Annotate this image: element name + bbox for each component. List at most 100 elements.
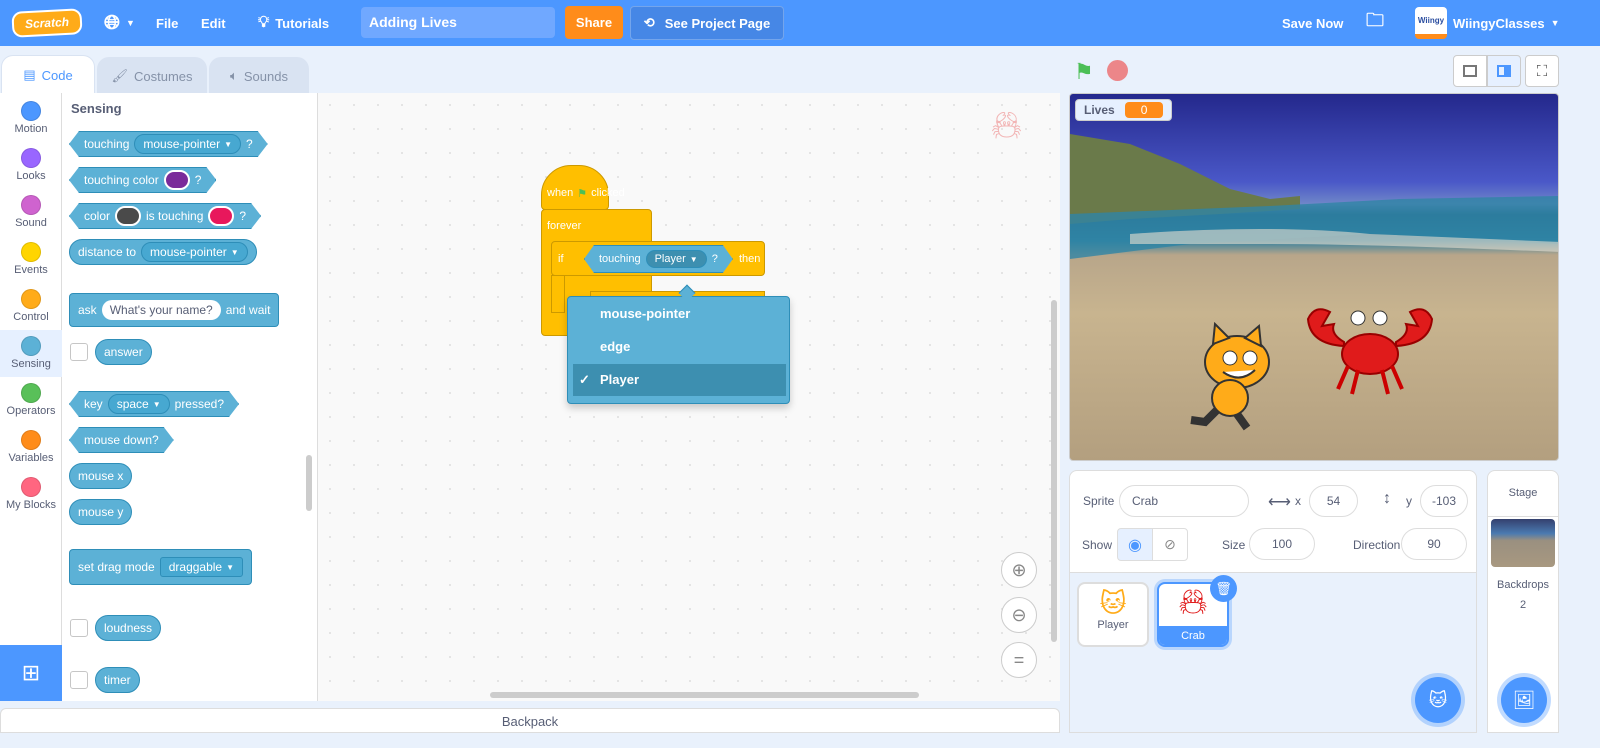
folder-icon[interactable]: 🗀: [1366, 0, 1384, 46]
timer-checkbox[interactable]: [70, 671, 88, 689]
block-distance-to[interactable]: distance to mouse-pointer ▼: [69, 239, 257, 265]
normal-stage-button[interactable]: [1487, 55, 1521, 87]
crab-sprite[interactable]: [1300, 304, 1440, 399]
y-input[interactable]: -103: [1420, 485, 1468, 517]
backdrop-plus-icon: 🖼︎: [1512, 689, 1536, 710]
block-color-is-touching[interactable]: color is touching?: [69, 203, 261, 229]
menu-value: Player: [654, 253, 686, 265]
touching-player-block[interactable]: touching Player ▼?: [584, 245, 733, 273]
project-title-input[interactable]: Adding Lives: [361, 7, 555, 38]
block-touching[interactable]: touching mouse-pointer ▼?: [69, 131, 268, 157]
block-loudness[interactable]: loudness: [95, 615, 162, 641]
tutorials-label: Tutorials: [275, 15, 330, 31]
sensing-dot-icon: [21, 336, 41, 356]
tutorials-button[interactable]: 💡︎ Tutorials: [258, 0, 329, 46]
choose-backdrop-button[interactable]: 🖼︎: [1501, 677, 1547, 723]
zoom-out-button[interactable]: ⊖: [1001, 597, 1037, 633]
block-touching-color[interactable]: touching color?: [69, 167, 216, 193]
file-menu[interactable]: File: [156, 0, 178, 46]
show-hidden-button[interactable]: ⊘: [1152, 528, 1188, 561]
crab-sprite-watermark-icon: 🦀︎: [990, 110, 1024, 140]
zoom-in-button[interactable]: ⊕: [1001, 552, 1037, 588]
language-menu[interactable]: 🌐︎ ▼: [104, 0, 135, 46]
category-motion[interactable]: Motion: [0, 95, 62, 142]
loudness-checkbox[interactable]: [70, 619, 88, 637]
account-menu[interactable]: Wiingy WiingyClasses ▼: [1415, 0, 1560, 46]
zoom-reset-button[interactable]: =: [1001, 642, 1037, 678]
category-label: My Blocks: [5, 499, 57, 511]
ask-input[interactable]: What's your name?: [101, 300, 221, 320]
caret-down-icon: ▼: [152, 399, 161, 409]
size-input[interactable]: 100: [1249, 528, 1315, 560]
color-swatch[interactable]: [208, 206, 234, 226]
dropdown-item-player[interactable]: ✓ Player: [573, 364, 786, 396]
block-mouse-down[interactable]: mouse down?: [69, 427, 174, 453]
sprite-name-input[interactable]: Crab: [1119, 485, 1249, 517]
green-flag-button[interactable]: ⚑: [1074, 59, 1094, 85]
block-mouse-x[interactable]: mouse x: [69, 463, 133, 489]
events-dot-icon: [21, 242, 41, 262]
block-ask[interactable]: ask What's your name? and wait: [69, 293, 280, 327]
drag-mode-menu[interactable]: draggable ▼: [159, 557, 244, 577]
category-label: Looks: [16, 170, 46, 182]
edit-menu[interactable]: Edit: [201, 0, 226, 46]
category-looks[interactable]: Looks: [0, 142, 62, 189]
backpack[interactable]: Backpack: [0, 708, 1060, 733]
sprite-tile-player[interactable]: 🐱︎ Player: [1077, 582, 1149, 647]
vertical-scrollbar[interactable]: [1051, 300, 1057, 642]
scratch-logo[interactable]: Scratch: [11, 0, 83, 46]
see-project-page-button[interactable]: ⟲ See Project Page: [630, 6, 784, 40]
block-timer[interactable]: timer: [95, 667, 140, 693]
sound-dot-icon: [21, 195, 41, 215]
share-button[interactable]: Share: [565, 6, 623, 39]
category-label: Motion: [14, 123, 48, 135]
tab-sounds[interactable]: 🔈︎ Sounds: [209, 57, 309, 94]
distance-menu[interactable]: mouse-pointer ▼: [141, 242, 248, 262]
monitor-value: 0: [1124, 102, 1164, 118]
small-stage-button[interactable]: [1453, 55, 1487, 87]
beach-backdrop: [1070, 134, 1558, 259]
operators-dot-icon: [21, 383, 41, 403]
dropdown-item-edge[interactable]: edge: [573, 331, 786, 363]
backdrop-thumbnail[interactable]: [1491, 519, 1555, 567]
stage-canvas[interactable]: Lives 0: [1069, 93, 1559, 461]
monitor-label: Lives: [1084, 103, 1115, 117]
show-visible-button[interactable]: ◉: [1117, 528, 1153, 561]
delete-sprite-button[interactable]: 🗑︎: [1210, 575, 1237, 602]
fullscreen-button[interactable]: ⛶: [1525, 55, 1559, 87]
category-sensing[interactable]: Sensing: [0, 330, 62, 377]
category-events[interactable]: Events: [0, 236, 62, 283]
tab-costumes[interactable]: 🖌︎ Costumes: [97, 57, 207, 94]
answer-checkbox[interactable]: [70, 343, 88, 361]
block-mouse-y[interactable]: mouse y: [69, 499, 133, 525]
key-menu[interactable]: space ▼: [108, 394, 170, 414]
category-my-blocks[interactable]: My Blocks: [0, 471, 62, 518]
category-control[interactable]: Control: [0, 283, 62, 330]
eye-icon: ◉: [1128, 536, 1142, 554]
color-swatch[interactable]: [115, 206, 141, 226]
direction-input[interactable]: 90: [1401, 528, 1467, 560]
zoom-out-icon: ⊖: [1011, 604, 1027, 625]
stop-button[interactable]: [1107, 60, 1128, 81]
horizontal-scrollbar[interactable]: [490, 692, 919, 698]
touching-menu[interactable]: mouse-pointer ▼: [134, 134, 241, 154]
palette-scrollbar[interactable]: [306, 455, 312, 511]
when-flag-clicked-block[interactable]: when ⚑ clicked: [541, 165, 625, 210]
choose-sprite-button[interactable]: 🐱︎: [1415, 677, 1461, 723]
category-operators[interactable]: Operators: [0, 377, 62, 424]
lives-monitor[interactable]: Lives 0: [1075, 99, 1173, 121]
dropdown-item-mouse-pointer[interactable]: mouse-pointer: [573, 298, 786, 330]
block-set-drag-mode[interactable]: set drag mode draggable ▼: [69, 549, 253, 585]
color-swatch[interactable]: [164, 170, 190, 190]
touching-target-menu[interactable]: Player ▼: [646, 250, 707, 268]
category-label: Sound: [15, 217, 47, 229]
tab-code[interactable]: ▤ Code: [1, 55, 95, 94]
cat-sprite[interactable]: [1185, 322, 1285, 432]
block-key-pressed[interactable]: key space ▼ pressed?: [69, 391, 239, 417]
block-answer[interactable]: answer: [95, 339, 152, 365]
category-sound[interactable]: Sound: [0, 189, 62, 236]
x-input[interactable]: 54: [1309, 485, 1358, 517]
save-now-button[interactable]: Save Now: [1282, 0, 1343, 46]
add-extension-button[interactable]: ⊞: [0, 645, 62, 701]
category-variables[interactable]: Variables: [0, 424, 62, 471]
